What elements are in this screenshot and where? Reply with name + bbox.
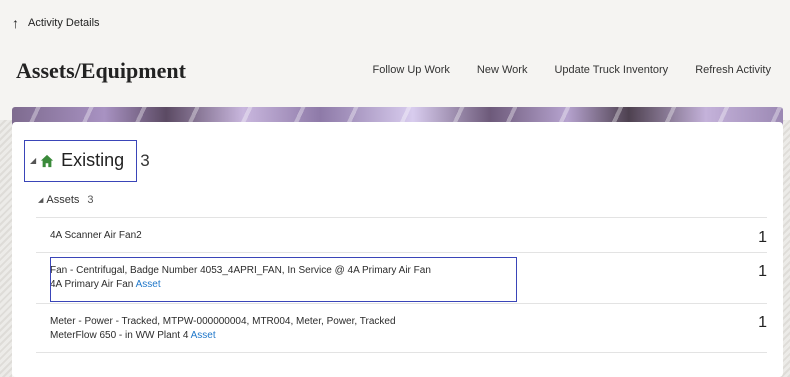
assets-count: 3 xyxy=(87,194,94,206)
assets-group-header[interactable]: ◢ Assets 3 xyxy=(38,194,94,206)
existing-group-header[interactable]: ◢ Existing 3 xyxy=(30,150,150,171)
existing-count: 3 xyxy=(140,150,150,170)
collapse-triangle-icon[interactable]: ◢ xyxy=(38,196,43,204)
list-item[interactable]: 4A Scanner Air Fan2 1 xyxy=(36,217,767,252)
asset-location: MeterFlow 650 - in WW Plant 4 xyxy=(50,330,189,341)
asset-title: 4A Scanner Air Fan2 xyxy=(50,230,142,241)
list-item[interactable]: Meter - Power - Tracked, MTPW-000000004,… xyxy=(36,303,767,353)
selected-item-highlight-box xyxy=(50,257,517,302)
asset-link[interactable]: Asset xyxy=(191,330,216,341)
update-truck-inventory-button[interactable]: Update Truck Inventory xyxy=(554,64,668,76)
asset-quantity: 1 xyxy=(758,314,767,331)
page-header: Assets/Equipment Follow Up Work New Work… xyxy=(16,56,790,86)
assets-label: Assets xyxy=(46,194,80,206)
back-link[interactable]: ↑ Activity Details xyxy=(12,14,100,32)
asset-title: Meter - Power - Tracked, MTPW-000000004,… xyxy=(50,316,396,327)
asset-quantity: 1 xyxy=(758,229,767,246)
asset-quantity: 1 xyxy=(758,263,767,280)
new-work-button[interactable]: New Work xyxy=(477,64,528,76)
home-icon xyxy=(41,154,54,167)
decorative-border-left xyxy=(0,120,12,377)
back-link-label: Activity Details xyxy=(28,17,100,29)
page-title: Assets/Equipment xyxy=(16,58,186,83)
collapse-triangle-icon[interactable]: ◢ xyxy=(30,156,36,165)
header-actions: Follow Up Work New Work Update Truck Inv… xyxy=(372,64,790,76)
up-arrow-icon: ↑ xyxy=(12,15,19,31)
asset-subtitle: MeterFlow 650 - in WW Plant 4 Asset xyxy=(50,330,216,341)
existing-label: Existing xyxy=(61,150,125,170)
refresh-activity-button[interactable]: Refresh Activity xyxy=(695,64,771,76)
follow-up-work-button[interactable]: Follow Up Work xyxy=(372,64,449,76)
assets-card: ◢ Existing 3 ◢ Assets 3 4A Scanner Air F… xyxy=(12,122,783,377)
